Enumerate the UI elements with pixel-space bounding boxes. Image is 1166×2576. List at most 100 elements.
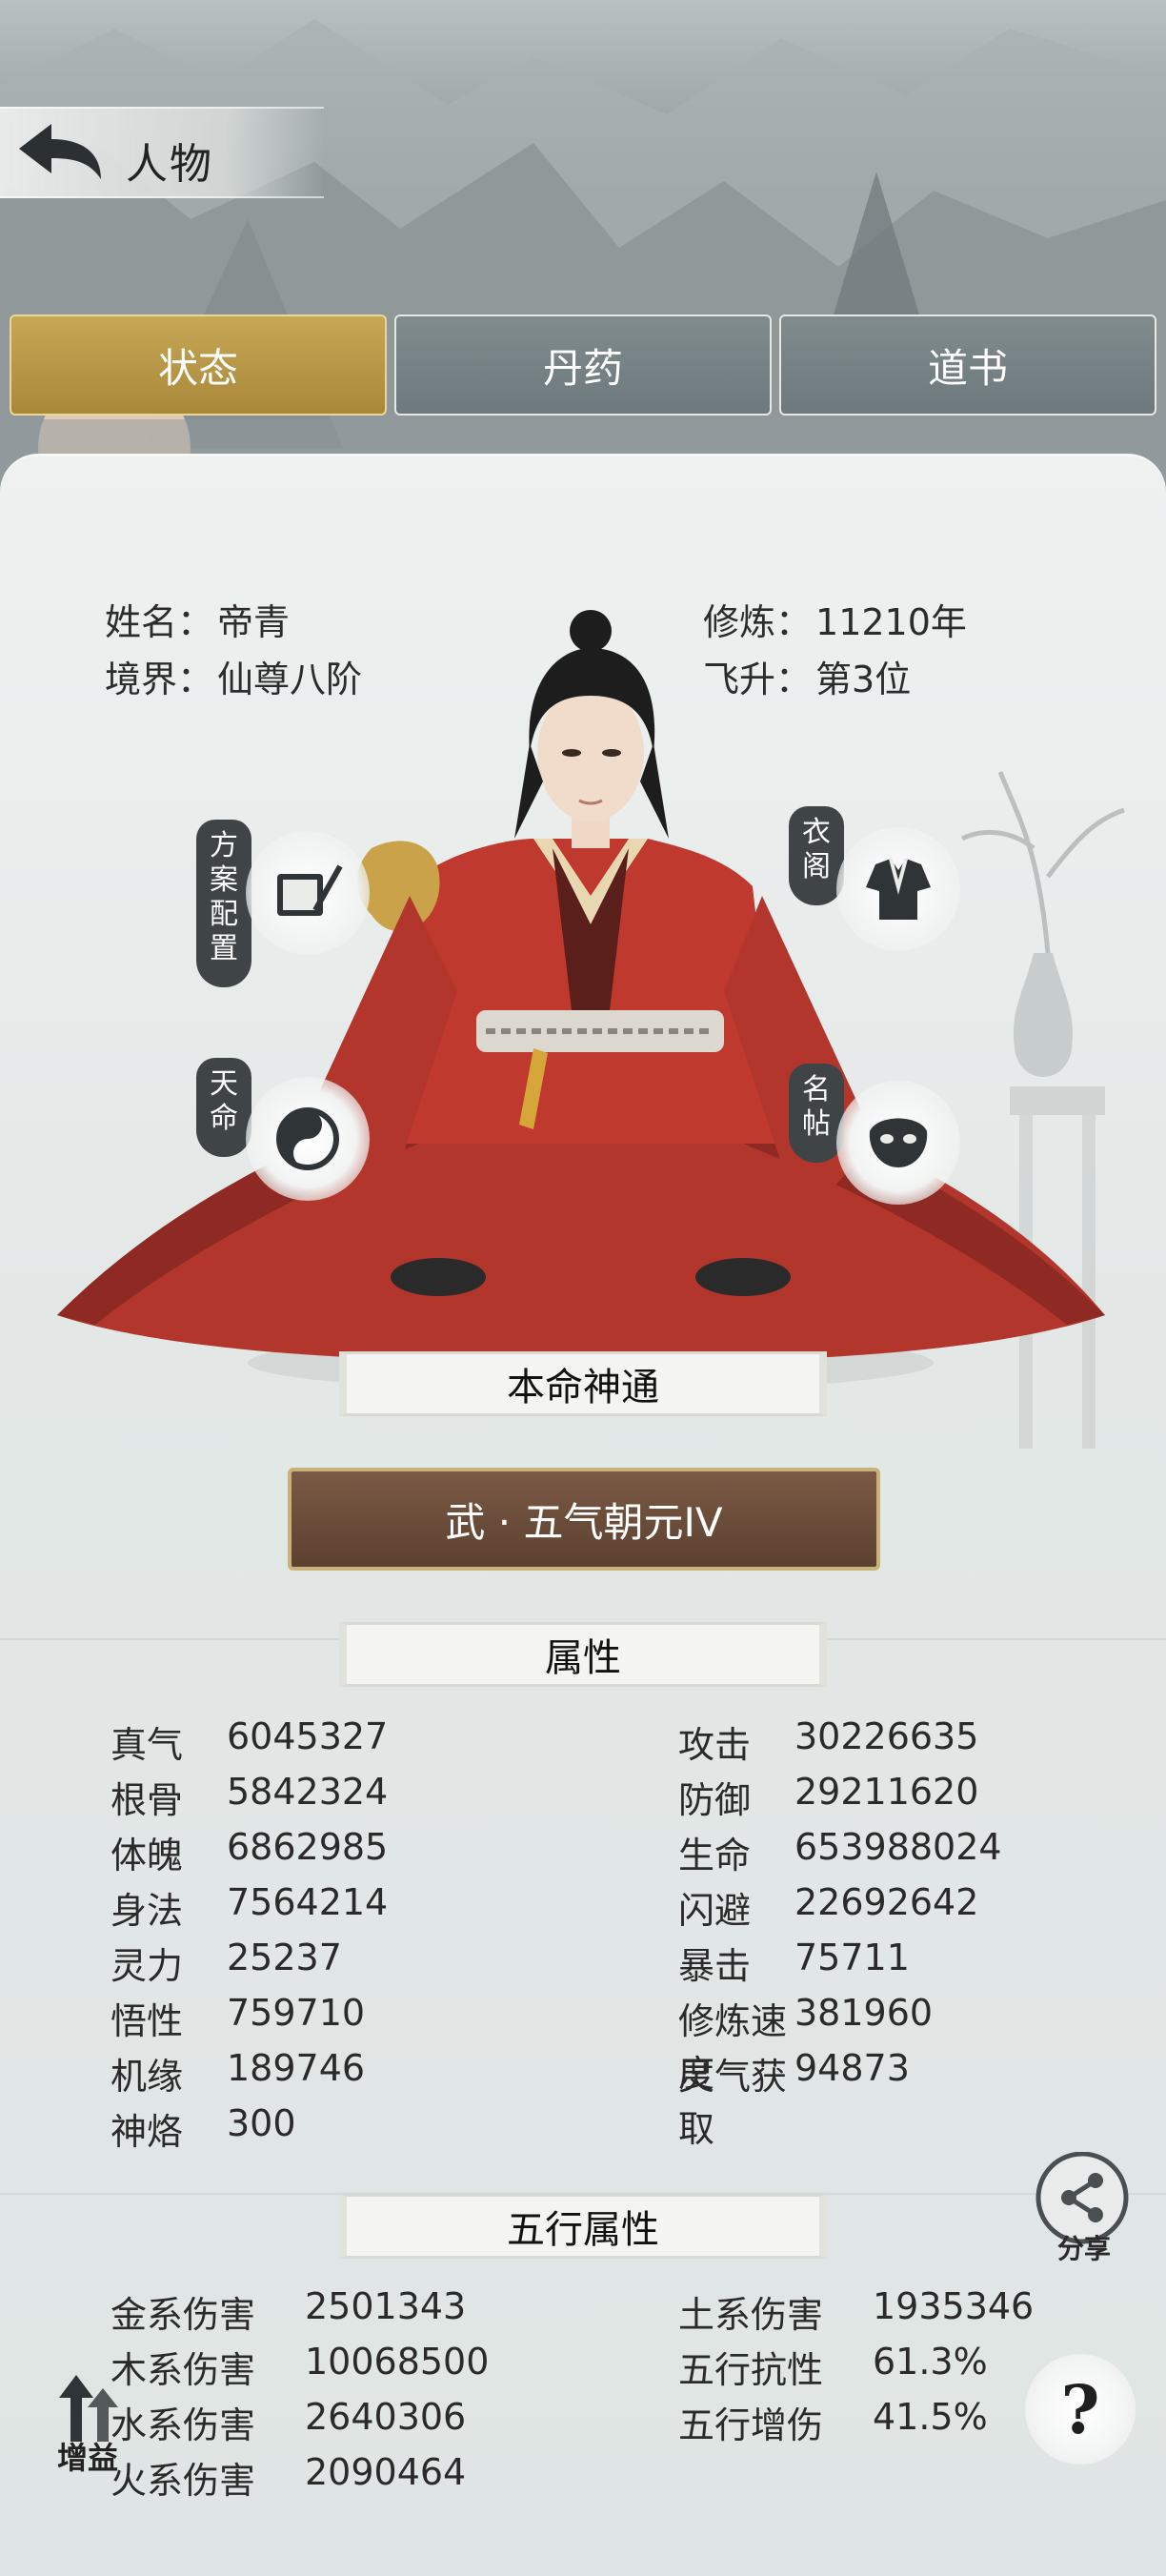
tab-status-label: 状态 xyxy=(157,344,238,392)
stat-row: 火系伤害 2090464 xyxy=(111,2451,466,2504)
stat-value: 653988024 xyxy=(794,1826,1002,1868)
stat-row: 防御 29211620 xyxy=(678,1771,978,1823)
stat-value: 6862985 xyxy=(227,1826,389,1868)
stat-row: 闪避 22692642 xyxy=(678,1881,978,1934)
stat-row: 金系伤害 2501343 xyxy=(111,2285,466,2338)
stat-row: 水系伤害 2640306 xyxy=(111,2396,466,2448)
stat-value: 2501343 xyxy=(305,2285,467,2327)
stat-value: 61.3% xyxy=(873,2341,988,2383)
stat-label: 金系伤害 xyxy=(111,2294,256,2336)
stat-value: 1935346 xyxy=(873,2285,1035,2327)
character-portrait xyxy=(57,610,1105,1391)
plan-config-button[interactable] xyxy=(246,831,370,955)
ben-ming-title: 本命神通 xyxy=(507,1366,659,1410)
stat-label: 灵气获取 xyxy=(678,2056,788,2150)
stat-value: 2640306 xyxy=(305,2396,467,2438)
plan-config-text: 方案配置 xyxy=(210,829,238,965)
stat-row: 土系伤害 1935346 xyxy=(678,2285,1034,2338)
tab-pills-label: 丹药 xyxy=(542,344,623,392)
stat-label: 攻击 xyxy=(678,1724,752,1766)
background-mountains xyxy=(0,0,1166,496)
stat-row: 真气 6045327 xyxy=(111,1715,388,1768)
scroll-brush-icon xyxy=(277,864,343,916)
top-bar: 人物 xyxy=(0,107,324,198)
tab-books-label: 道书 xyxy=(927,344,1008,392)
stat-value: 300 xyxy=(227,2102,296,2144)
ben-ming-plaque: 本命神通 xyxy=(339,1351,827,1416)
stat-row: 神烙 300 xyxy=(111,2102,296,2155)
share-button[interactable]: 分享 xyxy=(1033,2151,1132,2266)
stat-label: 悟性 xyxy=(111,2000,184,2042)
stat-label: 体魄 xyxy=(111,1835,184,1876)
stat-label: 生命 xyxy=(678,1835,752,1876)
stat-value: 189746 xyxy=(227,2047,366,2089)
stat-row: 根骨 5842324 xyxy=(111,1771,388,1823)
tab-pills[interactable]: 丹药 xyxy=(394,314,772,416)
elements-title: 五行属性 xyxy=(507,2208,659,2252)
stat-row: 灵气获取 94873 xyxy=(678,2047,910,2152)
fate-label: 天命 xyxy=(196,1058,251,1157)
stat-label: 五行增伤 xyxy=(678,2404,824,2446)
fate-button[interactable] xyxy=(246,1077,370,1201)
stat-value: 10068500 xyxy=(305,2341,490,2383)
stat-value: 2090464 xyxy=(305,2451,467,2493)
stat-row: 灵力 25237 xyxy=(111,1937,342,1989)
stat-label: 五行抗性 xyxy=(678,2349,824,2391)
stat-value: 41.5% xyxy=(873,2396,988,2438)
stat-row: 身法 7564214 xyxy=(111,1881,388,1934)
stat-label: 机缘 xyxy=(111,2056,184,2098)
stat-label: 根骨 xyxy=(111,1779,184,1821)
wardrobe-button[interactable] xyxy=(836,827,960,951)
wardrobe-text: 衣阁 xyxy=(802,816,831,883)
plan-config-label: 方案配置 xyxy=(196,820,251,987)
stat-value: 94873 xyxy=(794,2047,910,2089)
stat-label: 水系伤害 xyxy=(111,2404,256,2446)
stat-label: 木系伤害 xyxy=(111,2349,256,2391)
stat-label: 身法 xyxy=(111,1890,184,1932)
stat-value: 7564214 xyxy=(227,1881,389,1923)
stat-row: 五行抗性 61.3% xyxy=(678,2341,988,2393)
help-button[interactable]: ? xyxy=(1025,2354,1136,2464)
stat-row: 攻击 30226635 xyxy=(678,1715,978,1768)
stat-label: 防御 xyxy=(678,1779,752,1821)
tab-status[interactable]: 状态 xyxy=(10,314,387,416)
yin-yang-icon xyxy=(276,1107,339,1170)
mountain-art xyxy=(0,19,1166,496)
stat-value: 759710 xyxy=(227,1992,366,2034)
buff-label: 增益 xyxy=(56,2440,118,2476)
stat-value: 29211620 xyxy=(794,1771,979,1813)
stat-label: 灵力 xyxy=(111,1945,184,1987)
fate-text: 天命 xyxy=(210,1067,238,1135)
attributes-title: 属性 xyxy=(545,1636,621,1680)
stat-row: 悟性 759710 xyxy=(111,1992,365,2044)
name-card-text: 名帖 xyxy=(802,1073,831,1141)
skill-button[interactable]: 武 · 五气朝元IV xyxy=(288,1468,880,1571)
stat-value: 25237 xyxy=(227,1937,342,1978)
stat-value: 6045327 xyxy=(227,1715,389,1757)
mask-icon xyxy=(869,1118,928,1167)
stat-value: 22692642 xyxy=(794,1881,979,1923)
stat-label: 真气 xyxy=(111,1724,184,1766)
stat-row: 木系伤害 10068500 xyxy=(111,2341,489,2393)
attributes-plaque: 属性 xyxy=(339,1622,827,1687)
stat-value: 5842324 xyxy=(227,1771,389,1813)
elements-plaque: 五行属性 xyxy=(339,2194,827,2259)
stat-row: 五行增伤 41.5% xyxy=(678,2396,988,2448)
name-card-button[interactable] xyxy=(836,1081,960,1205)
tab-books[interactable]: 道书 xyxy=(779,314,1156,416)
stat-row: 机缘 189746 xyxy=(111,2047,365,2099)
stat-value: 30226635 xyxy=(794,1715,979,1757)
page-title: 人物 xyxy=(126,140,213,189)
buff-button[interactable]: 增益 xyxy=(42,2369,133,2484)
stat-row: 暴击 75711 xyxy=(678,1937,910,1989)
skill-name: 武 · 五气朝元IV xyxy=(445,1498,723,1546)
help-question-icon: ? xyxy=(1060,2369,1100,2449)
stat-row: 体魄 6862985 xyxy=(111,1826,388,1878)
stat-label: 神烙 xyxy=(111,2111,184,2153)
stat-row: 生命 653988024 xyxy=(678,1826,1002,1878)
stat-value: 75711 xyxy=(794,1937,910,1978)
back-arrow-icon[interactable] xyxy=(13,120,105,185)
stat-label: 闪避 xyxy=(678,1890,752,1932)
stat-label: 暴击 xyxy=(678,1945,752,1987)
robe-icon xyxy=(866,858,931,920)
